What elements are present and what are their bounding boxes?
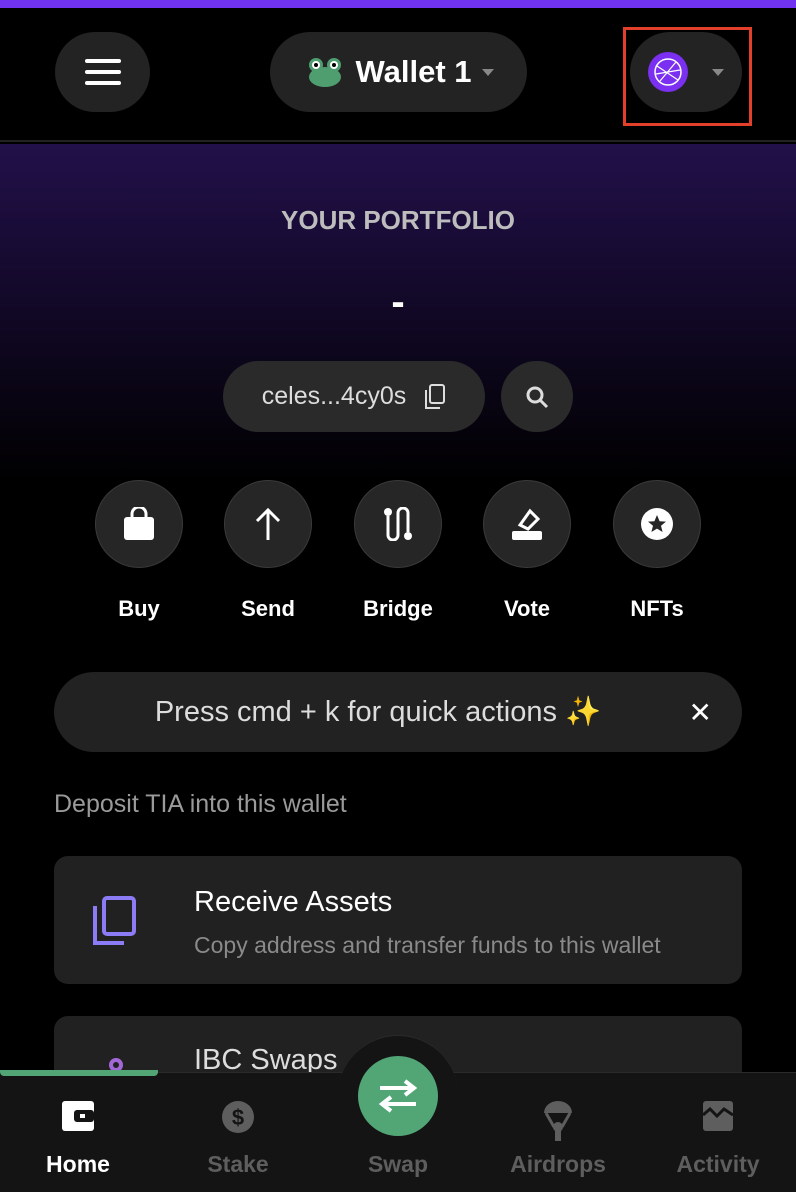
send-button[interactable]: [224, 480, 312, 568]
receive-assets-card[interactable]: Receive Assets Copy address and transfer…: [54, 856, 742, 984]
portfolio-value: -: [391, 280, 405, 324]
top-accent-bar: [0, 0, 796, 8]
action-label: Buy: [118, 596, 160, 621]
bottom-nav: Home $ Stake Swap Airdrops Activity: [0, 1035, 796, 1192]
nav-stake[interactable]: $ Stake: [168, 1073, 308, 1178]
copy-icon: [93, 896, 136, 945]
portfolio-title: YOUR PORTFOLIO: [281, 205, 515, 235]
nav-airdrops[interactable]: Airdrops: [488, 1073, 628, 1178]
wallet-name: Wallet 1: [355, 54, 472, 89]
card-title: Receive Assets: [194, 886, 393, 918]
vote-icon: [512, 508, 542, 540]
menu-button[interactable]: [55, 32, 150, 112]
nav-label: Home: [46, 1151, 110, 1177]
address-copy-button[interactable]: celes...4cy0s: [223, 361, 485, 432]
wallet-address: celes...4cy0s: [261, 382, 407, 410]
bridge-button[interactable]: [354, 480, 442, 568]
nav-label: Stake: [207, 1151, 269, 1177]
activity-icon: [703, 1101, 733, 1131]
nfts-button[interactable]: [613, 480, 701, 568]
nav-home[interactable]: Home: [8, 1073, 148, 1178]
wallet-icon: [62, 1101, 94, 1131]
search-button[interactable]: [501, 361, 573, 432]
deposit-heading: Deposit TIA into this wallet: [54, 790, 347, 818]
swap-button[interactable]: [358, 1056, 438, 1136]
nav-label: Airdrops: [510, 1151, 606, 1177]
svg-text:$: $: [232, 1105, 244, 1130]
action-label: Vote: [503, 596, 551, 621]
nav-activity[interactable]: Activity: [648, 1073, 788, 1178]
highlight-box: [623, 27, 752, 126]
frog-icon: [308, 58, 341, 87]
nav-swap[interactable]: Swap: [328, 1056, 468, 1178]
dollar-icon: $: [222, 1101, 254, 1133]
shopping-bag-icon: [124, 507, 154, 540]
bridge-icon: [384, 507, 412, 541]
swap-arrows-icon: [378, 1079, 418, 1113]
star-icon: [641, 508, 673, 540]
search-icon: [526, 386, 549, 408]
arrow-up-icon: [255, 507, 281, 540]
action-label: NFTs: [630, 596, 684, 621]
buy-button[interactable]: [95, 480, 183, 568]
card-subtitle: Copy address and transfer funds to this …: [194, 932, 661, 958]
parachute-icon: [544, 1101, 572, 1141]
hamburger-icon: [84, 59, 121, 85]
nav-label: Activity: [676, 1151, 760, 1177]
chevron-down-icon: [481, 68, 494, 76]
action-label: Send: [241, 596, 295, 621]
quick-actions-banner: Press cmd + k for quick actions ✨ ✕: [54, 672, 742, 752]
copy-icon: [425, 383, 446, 409]
banner-text: Press cmd + k for quick actions ✨: [154, 696, 602, 728]
action-label: Bridge: [363, 596, 433, 621]
nav-label: Swap: [367, 1151, 429, 1177]
close-icon[interactable]: ✕: [689, 696, 712, 729]
wallet-selector[interactable]: Wallet 1: [270, 32, 527, 112]
vote-button[interactable]: [483, 480, 571, 568]
